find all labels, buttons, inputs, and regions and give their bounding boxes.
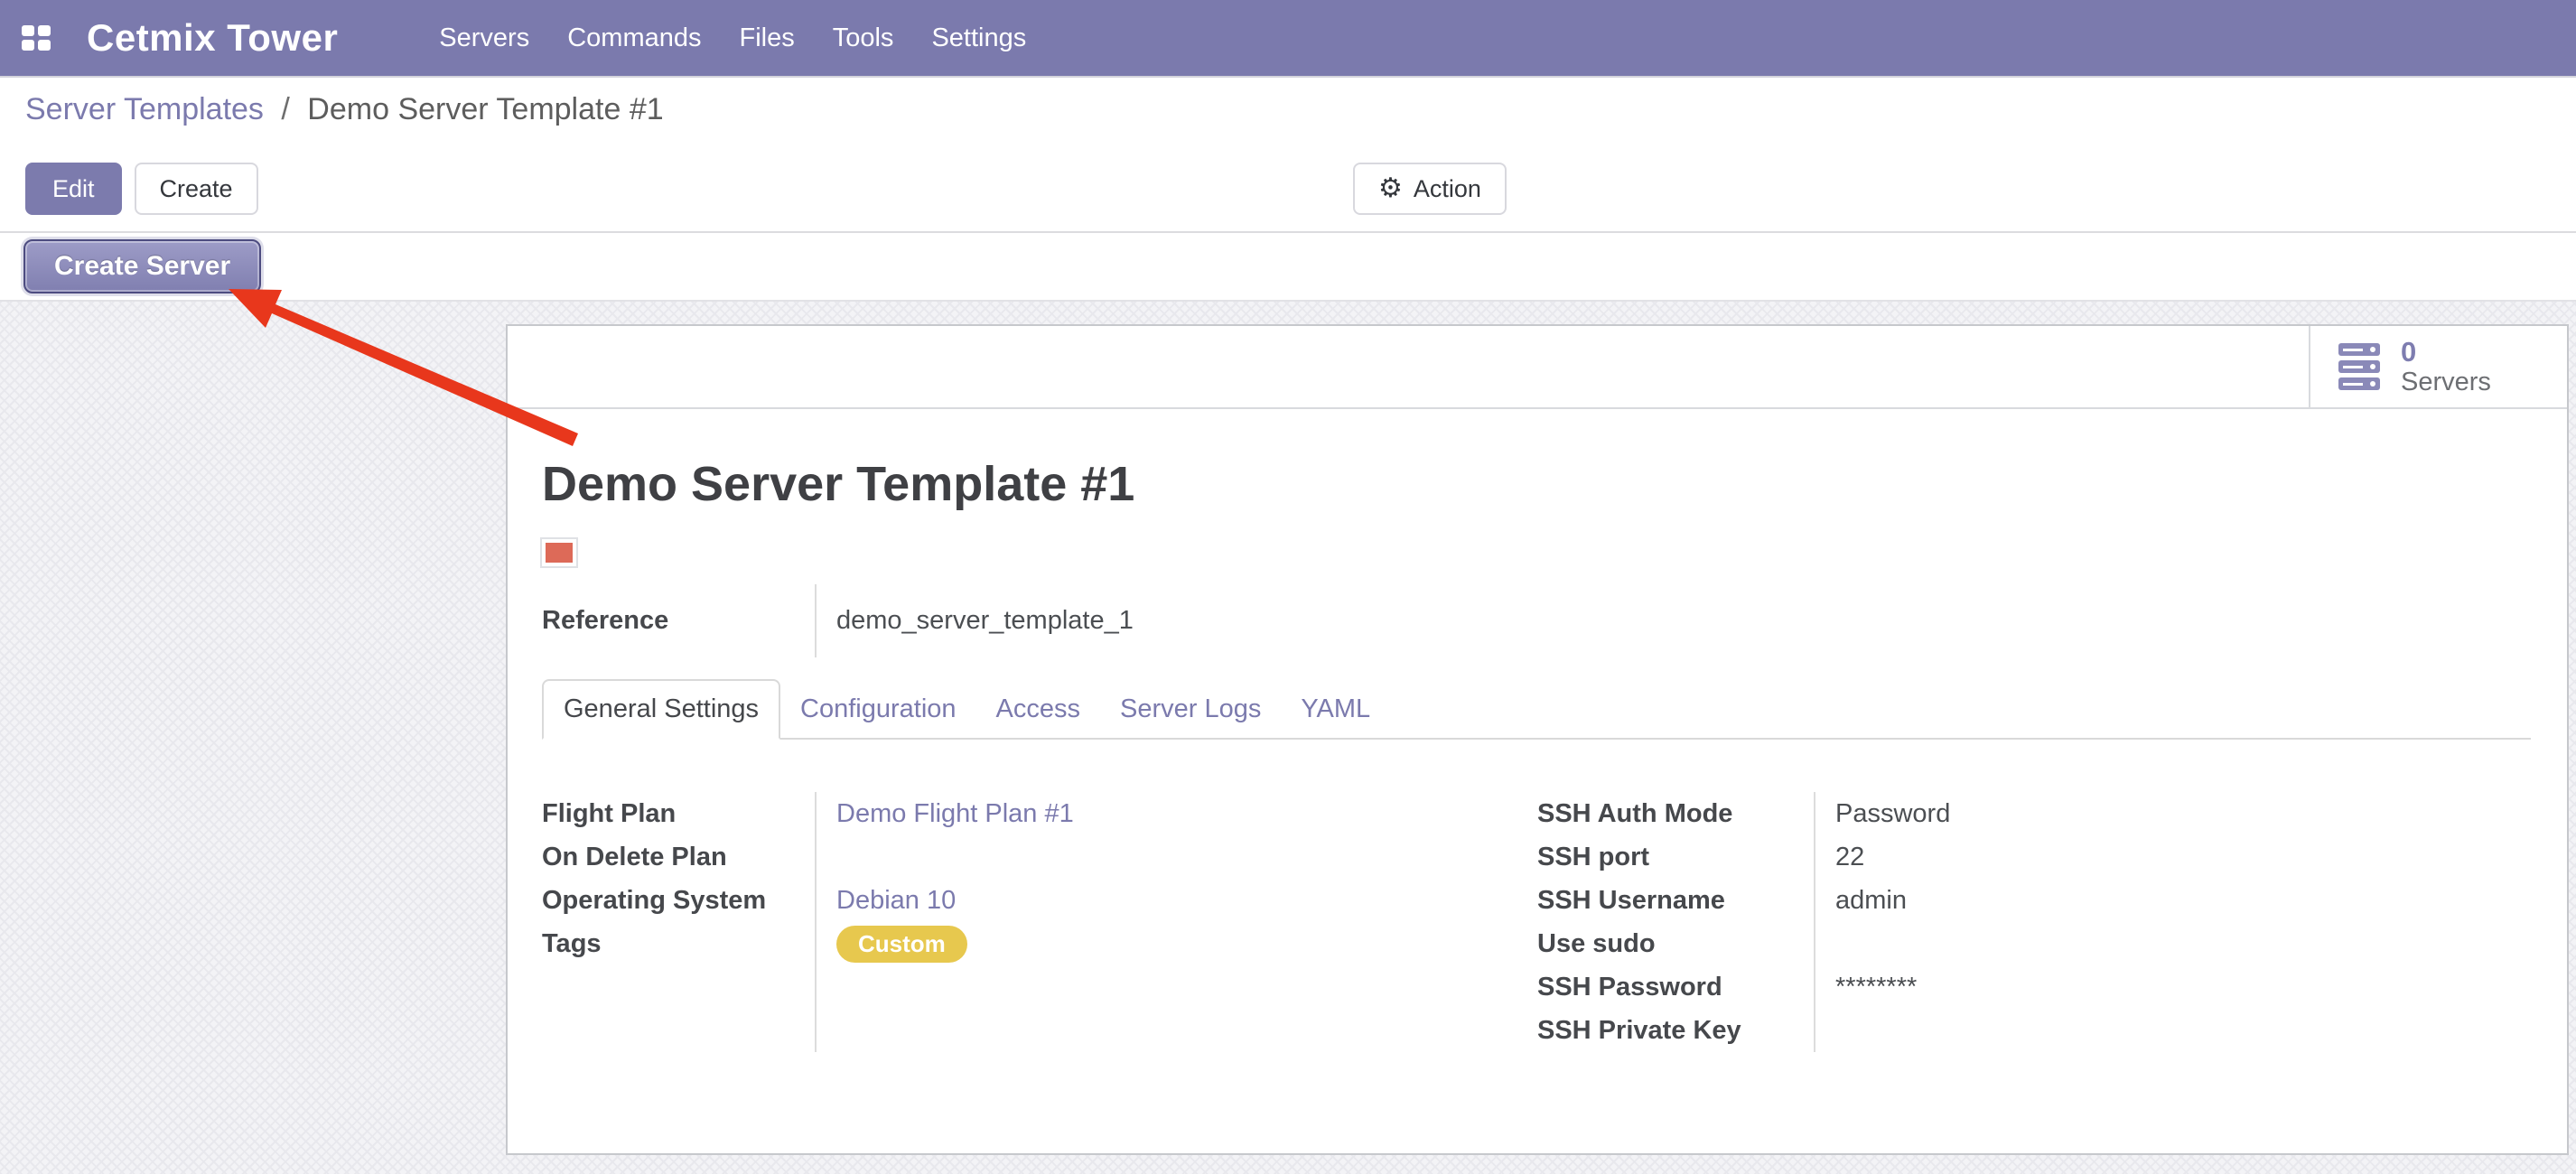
action-button-label: Action	[1414, 175, 1481, 203]
field-label-ssh-private-key: SSH Private Key	[1537, 1009, 1814, 1052]
field-value-ssh-username: admin	[1835, 886, 1907, 916]
tab-yaml[interactable]: YAML	[1281, 681, 1390, 738]
record-title: Demo Server Template #1	[542, 456, 2531, 512]
server-stack-icon	[2338, 341, 2383, 392]
servers-count: 0	[2401, 336, 2491, 368]
control-panel-buttons: Edit Create	[25, 163, 258, 215]
breadcrumb-separator: /	[281, 92, 289, 126]
servers-stat-button[interactable]: 0 Servers	[2309, 326, 2567, 407]
servers-stat-label: Servers	[2401, 368, 2491, 397]
field-value-ssh-password: ********	[1835, 973, 1917, 1002]
control-panel: Server Templates / Demo Server Template …	[0, 78, 2576, 233]
field-label-operating-system: Operating System	[542, 879, 815, 922]
action-button[interactable]: ⚙ Action	[1353, 163, 1507, 215]
tag-badge-custom[interactable]: Custom	[836, 926, 967, 963]
notebook-tabs: General Settings Configuration Access Se…	[542, 679, 2531, 740]
create-button[interactable]: Create	[135, 163, 258, 215]
nav-item-servers[interactable]: Servers	[439, 23, 529, 53]
field-group-left: Flight Plan On Delete Plan Operating Sys…	[542, 792, 1537, 1052]
main-menu: Servers Commands Files Tools Settings	[439, 23, 1026, 53]
breadcrumb-current: Demo Server Template #1	[307, 92, 663, 126]
tab-configuration[interactable]: Configuration	[780, 681, 976, 738]
field-label-use-sudo: Use sudo	[1537, 922, 1814, 965]
top-navbar: Cetmix Tower Servers Commands Files Tool…	[0, 0, 2576, 78]
object-button-strip: Create Server	[0, 233, 2576, 300]
reference-label: Reference	[542, 606, 815, 636]
field-value-ssh-auth-mode: Password	[1835, 799, 1950, 829]
apps-grid-icon[interactable]	[22, 25, 51, 51]
general-settings-content: Flight Plan On Delete Plan Operating Sys…	[542, 792, 2531, 1052]
field-label-tags: Tags	[542, 922, 815, 965]
nav-item-files[interactable]: Files	[740, 23, 795, 53]
reference-field-row: Reference demo_server_template_1	[542, 584, 2531, 657]
gear-icon: ⚙	[1378, 175, 1403, 202]
brand-title[interactable]: Cetmix Tower	[87, 16, 338, 60]
nav-item-tools[interactable]: Tools	[833, 23, 894, 53]
field-value-ssh-port: 22	[1835, 843, 1864, 872]
tab-general-settings[interactable]: General Settings	[542, 679, 780, 740]
create-server-button[interactable]: Create Server	[23, 239, 261, 294]
field-value-flight-plan[interactable]: Demo Flight Plan #1	[836, 799, 1074, 829]
field-label-ssh-username: SSH Username	[1537, 879, 1814, 922]
color-swatch[interactable]	[542, 539, 576, 566]
tab-access[interactable]: Access	[976, 681, 1100, 738]
edit-button[interactable]: Edit	[25, 163, 122, 215]
reference-value: demo_server_template_1	[815, 584, 1134, 657]
nav-item-settings[interactable]: Settings	[931, 23, 1026, 53]
field-label-ssh-auth-mode: SSH Auth Mode	[1537, 792, 1814, 835]
form-sheet: 0 Servers Demo Server Template #1 Refere…	[506, 324, 2569, 1155]
sheet-topbar: 0 Servers	[508, 326, 2567, 409]
field-group-right: SSH Auth Mode SSH port SSH Username Use …	[1537, 792, 2531, 1052]
field-label-flight-plan: Flight Plan	[542, 792, 815, 835]
field-label-ssh-password: SSH Password	[1537, 965, 1814, 1009]
field-label-ssh-port: SSH port	[1537, 835, 1814, 879]
breadcrumb: Server Templates / Demo Server Template …	[25, 92, 664, 127]
field-label-on-delete-plan: On Delete Plan	[542, 835, 815, 879]
field-value-operating-system[interactable]: Debian 10	[836, 886, 956, 916]
breadcrumb-parent[interactable]: Server Templates	[25, 92, 264, 126]
nav-item-commands[interactable]: Commands	[567, 23, 701, 53]
tab-server-logs[interactable]: Server Logs	[1100, 681, 1281, 738]
content-area: 0 Servers Demo Server Template #1 Refere…	[0, 300, 2576, 1174]
